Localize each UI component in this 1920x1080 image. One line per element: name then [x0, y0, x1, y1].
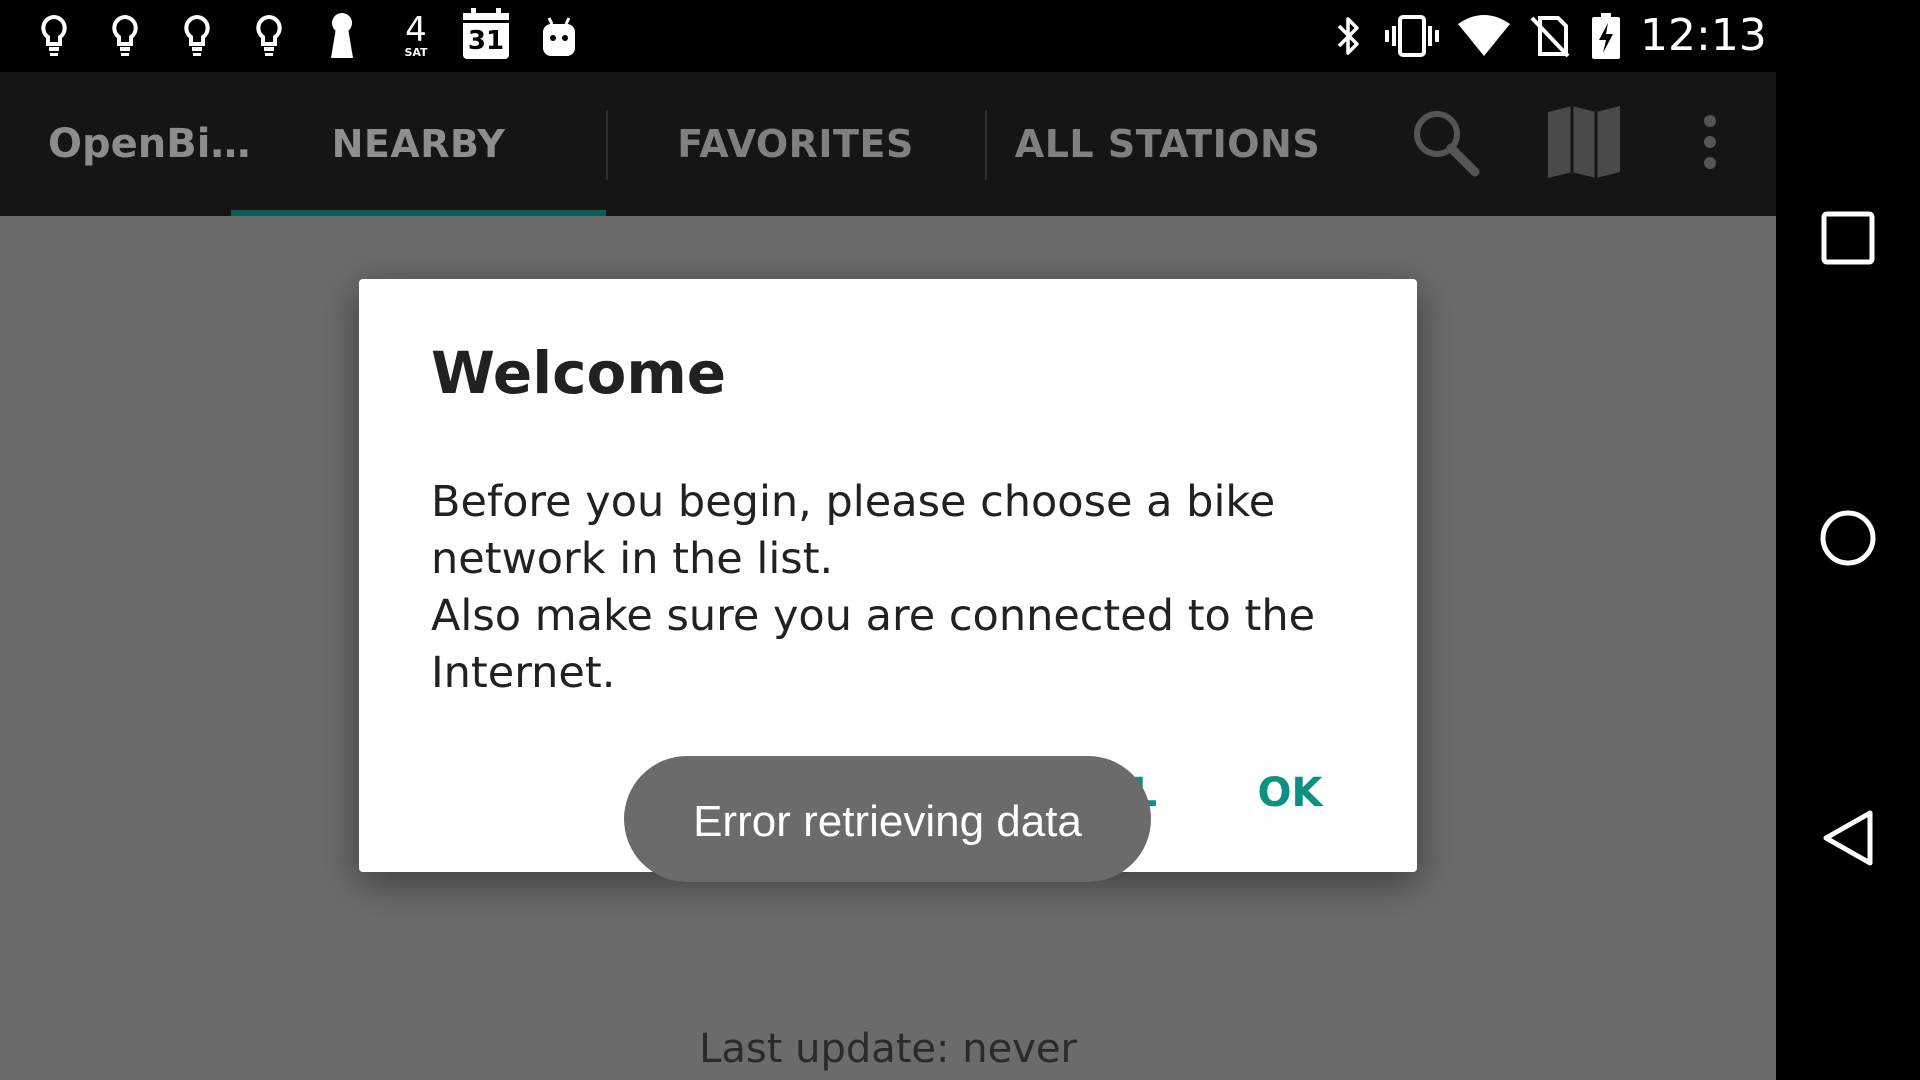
overflow-menu-icon	[1702, 114, 1718, 174]
tab-favorites[interactable]: FAVORITES	[606, 72, 985, 216]
recents-button[interactable]	[1776, 168, 1920, 312]
map-button[interactable]	[1536, 72, 1632, 216]
tab-nearby[interactable]: NEARBY	[231, 72, 606, 216]
tab-all-stations[interactable]: ALL STATIONS	[985, 72, 1350, 216]
search-icon	[1409, 106, 1481, 182]
vibrate-icon	[1384, 10, 1440, 62]
home-circle-icon	[1818, 508, 1878, 572]
map-icon	[1546, 104, 1622, 184]
android-icon	[537, 10, 581, 62]
dialog-title: Welcome	[431, 339, 727, 407]
toolbar: OpenBi… NEARBY FAVORITES ALL STATIONS	[0, 72, 1776, 216]
weather-icon: 4 SAT	[392, 10, 440, 62]
lightbulb-icon	[105, 10, 145, 62]
no-sim-icon	[1528, 10, 1572, 62]
lightbulb-icon	[249, 10, 289, 62]
device-screen: 4 SAT 31 12:13 OpenBi… NEARBY FAVORITES …	[0, 0, 1920, 1080]
weather-day: SAT	[404, 46, 428, 59]
weather-temp: 4	[405, 10, 427, 50]
ok-button[interactable]: OK	[1235, 753, 1345, 833]
bluetooth-icon	[1330, 10, 1366, 62]
lightbulb-icon	[177, 10, 217, 62]
error-toast: Error retrieving data	[624, 756, 1151, 882]
navigation-bar	[1776, 0, 1920, 1080]
calendar-icon: 31	[462, 8, 510, 62]
dialog-message-line: Before you begin, please choose a bike n…	[431, 477, 1276, 584]
keyhole-icon	[325, 10, 359, 62]
overflow-menu-button[interactable]	[1670, 72, 1750, 216]
wifi-icon	[1456, 10, 1512, 62]
dialog-message: Before you begin, please choose a bike n…	[431, 474, 1361, 702]
status-bar: 4 SAT 31 12:13	[0, 0, 1920, 72]
calendar-day: 31	[467, 26, 505, 56]
last-update-text: Last update: never	[699, 1026, 1077, 1072]
battery-charging-icon	[1588, 10, 1624, 62]
back-button[interactable]	[1776, 768, 1920, 912]
tab-selected-indicator	[231, 210, 606, 216]
search-button[interactable]	[1395, 72, 1495, 216]
app-title: OpenBi…	[48, 121, 251, 167]
dialog-message-line: Also make sure you are connected to the …	[431, 591, 1316, 698]
back-triangle-icon	[1820, 808, 1876, 872]
clock: 12:13	[1640, 10, 1767, 61]
lightbulb-icon	[34, 10, 74, 62]
home-button[interactable]	[1776, 468, 1920, 612]
recents-square-icon	[1821, 211, 1875, 269]
